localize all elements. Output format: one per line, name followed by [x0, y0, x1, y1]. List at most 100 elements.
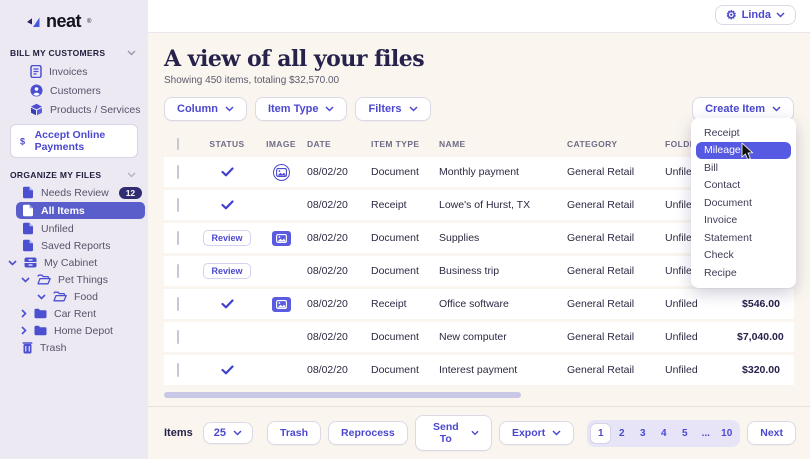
image-icon [276, 168, 287, 177]
sidebar-item-invoices[interactable]: Invoices [0, 62, 148, 81]
row-checkbox[interactable] [177, 264, 179, 278]
sidebar-item-label: Accept Online Payments [35, 129, 128, 153]
item-type-cell: Document [371, 166, 439, 178]
table-row[interactable]: 08/02/20ReceiptOffice softwareGeneral Re… [164, 289, 794, 319]
dropdown-item-contact[interactable]: Contact [696, 177, 791, 195]
row-checkbox[interactable] [177, 231, 179, 245]
page-button-3[interactable]: 3 [632, 423, 653, 444]
dropdown-item-invoice[interactable]: Invoice [696, 212, 791, 230]
sidebar-item-label: Pet Things [58, 274, 108, 286]
sidebar-item-products-services[interactable]: Products / Services [0, 100, 148, 119]
column-header-status[interactable]: STATUS [199, 139, 255, 149]
sidebar-item-customers[interactable]: Customers [0, 81, 148, 100]
trash-button[interactable]: Trash [267, 421, 321, 445]
image-thumbnail-icon[interactable] [272, 297, 291, 312]
needs-review-count-badge: 12 [119, 187, 142, 199]
dropdown-item-mileage[interactable]: Mileage [696, 142, 791, 160]
reprocess-button[interactable]: Reprocess [328, 421, 408, 445]
filters-button[interactable]: Filters [355, 97, 430, 121]
category-cell: General Retail [567, 331, 665, 343]
sidebar-item-trash[interactable]: Trash [0, 339, 148, 356]
row-checkbox[interactable] [177, 165, 179, 179]
column-header-item-type[interactable]: ITEM TYPE [371, 139, 439, 149]
sidebar-item-car-rent[interactable]: Car Rent [0, 305, 148, 322]
table-row[interactable]: 08/02/20DocumentNew computerGeneral Reta… [164, 322, 794, 352]
sidebar: neat® BILL MY CUSTOMERS Invoices Custome… [0, 0, 148, 459]
next-page-button[interactable]: Next [747, 421, 796, 445]
send-to-button[interactable]: Send To [415, 415, 492, 451]
chevron-right-icon[interactable] [21, 309, 27, 318]
page-button-4[interactable]: 4 [653, 423, 674, 444]
products-icon [30, 103, 43, 116]
chevron-down-icon[interactable] [8, 260, 17, 266]
file-icon [22, 239, 34, 252]
column-button[interactable]: Column [164, 97, 247, 121]
sidebar-item-label: My Cabinet [44, 257, 97, 269]
sidebar-item-food[interactable]: Food [0, 288, 148, 305]
section-bill-my-customers[interactable]: BILL MY CUSTOMERS [0, 40, 148, 62]
folder-cell: Unfiled [665, 331, 737, 343]
export-button[interactable]: Export [499, 421, 574, 445]
folder-open-icon [37, 274, 51, 285]
name-cell: Lowe's of Hurst, TX [439, 199, 567, 211]
dropdown-item-check[interactable]: Check [696, 247, 791, 265]
page-button-5[interactable]: 5 [674, 423, 695, 444]
sidebar-item-needs-review[interactable]: Needs Review 12 [0, 184, 148, 201]
page-button-10[interactable]: 10 [716, 423, 737, 444]
cabinet-icon [24, 257, 37, 268]
customers-icon [30, 84, 43, 97]
row-checkbox[interactable] [177, 330, 179, 344]
dropdown-item-receipt[interactable]: Receipt [696, 124, 791, 142]
dropdown-item-recipe[interactable]: Recipe [696, 264, 791, 282]
chevron-down-icon[interactable] [37, 294, 46, 300]
user-menu-button[interactable]: ⚙ Linda [715, 5, 796, 25]
dropdown-item-bill[interactable]: Bill [696, 159, 791, 177]
svg-text:$: $ [20, 136, 25, 146]
column-header-image[interactable]: IMAGE [255, 139, 307, 149]
sidebar-item-home-depot[interactable]: Home Depot [0, 322, 148, 339]
button-label: Trash [280, 427, 308, 439]
item-type-cell: Receipt [371, 298, 439, 310]
sidebar-item-pet-things[interactable]: Pet Things [0, 271, 148, 288]
chevron-down-icon [409, 106, 418, 112]
row-checkbox[interactable] [177, 363, 179, 377]
image-circle-icon[interactable] [273, 164, 290, 181]
sidebar-item-label: Car Rent [54, 308, 96, 320]
chevron-down-icon[interactable] [21, 277, 30, 283]
item-type-button[interactable]: Item Type [255, 97, 348, 121]
chevron-right-icon[interactable] [21, 326, 27, 335]
file-icon [22, 222, 34, 235]
sidebar-item-saved-reports[interactable]: Saved Reports [0, 237, 148, 254]
row-checkbox[interactable] [177, 297, 179, 311]
horizontal-scrollbar[interactable] [164, 392, 521, 398]
dropdown-item-document[interactable]: Document [696, 194, 791, 212]
section-organize-my-files[interactable]: ORGANIZE MY FILES [0, 162, 148, 184]
column-header-name[interactable]: NAME [439, 139, 567, 149]
page-button-1[interactable]: 1 [590, 423, 611, 444]
items-per-page-label: Items [164, 427, 193, 439]
category-cell: General Retail [567, 166, 665, 178]
sidebar-item-label: Needs Review [41, 187, 109, 199]
page-button-2[interactable]: 2 [611, 423, 632, 444]
select-all-checkbox[interactable] [177, 138, 179, 150]
sidebar-item-all-items[interactable]: All Items [16, 202, 145, 219]
dropdown-item-statement[interactable]: Statement [696, 229, 791, 247]
button-label: Column [177, 103, 218, 115]
table-row[interactable]: 08/02/20DocumentInterest paymentGeneral … [164, 355, 794, 385]
folder-cell: Unfiled [665, 364, 737, 376]
logo-reg-mark: ® [87, 19, 91, 25]
sidebar-item-my-cabinet[interactable]: My Cabinet [0, 254, 148, 271]
category-cell: General Retail [567, 232, 665, 244]
accept-online-payments-button[interactable]: $ Accept Online Payments [10, 124, 138, 158]
sidebar-item-label: Saved Reports [41, 240, 110, 252]
items-per-page-select[interactable]: 25 [203, 422, 253, 444]
column-header-date[interactable]: DATE [307, 139, 371, 149]
row-checkbox[interactable] [177, 198, 179, 212]
check-icon [221, 365, 234, 375]
column-header-category[interactable]: CATEGORY [567, 139, 665, 149]
check-icon [221, 299, 234, 309]
date-cell: 08/02/20 [307, 232, 371, 244]
sidebar-item-label: All Items [41, 205, 85, 217]
sidebar-item-unfiled[interactable]: Unfiled [0, 220, 148, 237]
image-thumbnail-icon[interactable] [272, 231, 291, 246]
